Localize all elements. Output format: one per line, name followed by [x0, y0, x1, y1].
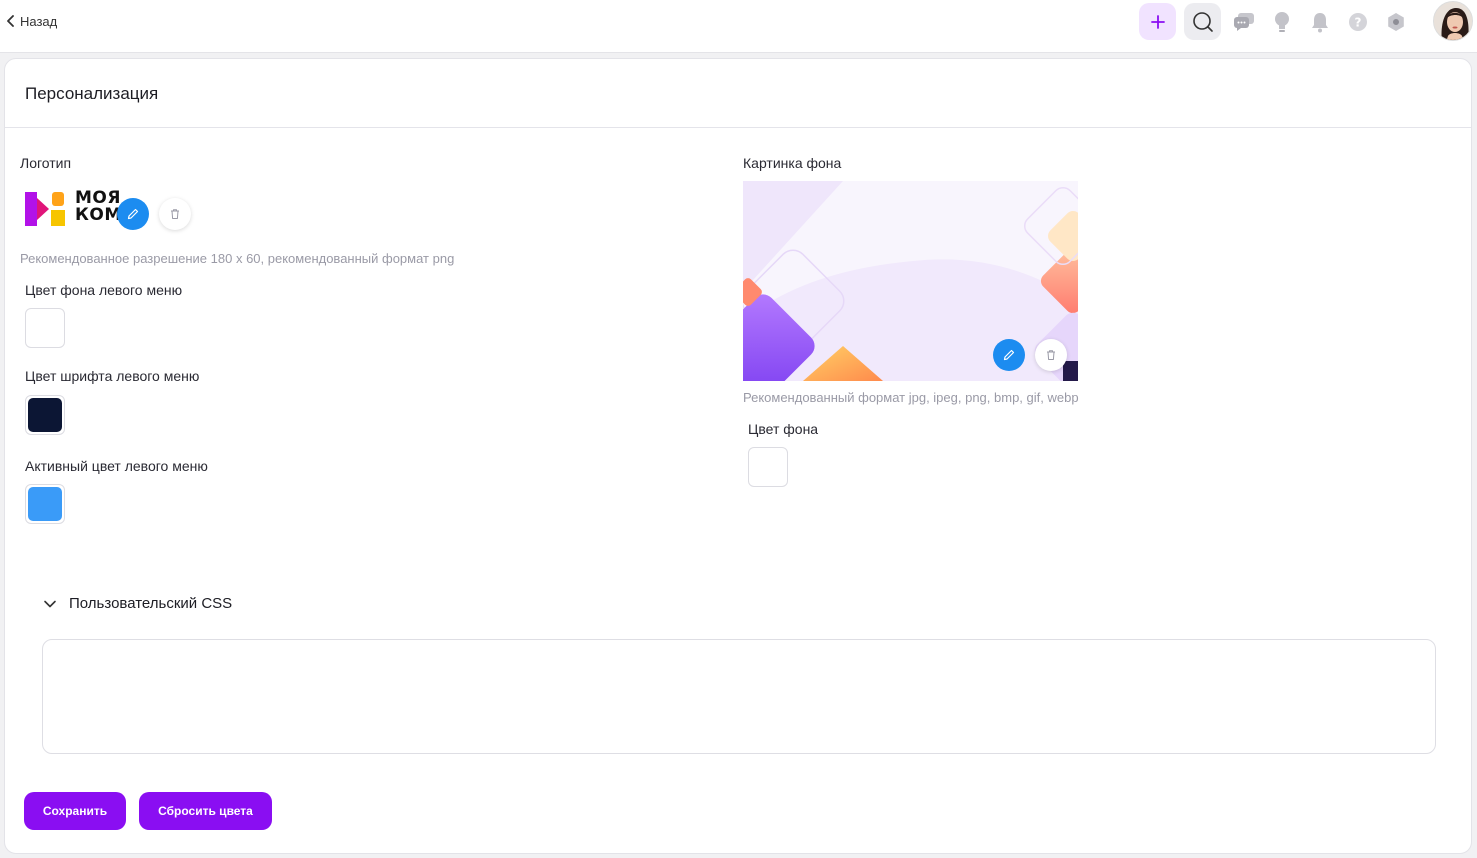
- logo-delete-button[interactable]: [159, 198, 191, 230]
- menu-active-color-fill: [28, 487, 62, 521]
- bg-color-fill: [751, 450, 785, 484]
- logo-preview: МОЯ КОМ: [23, 186, 193, 232]
- search-icon: [1192, 11, 1213, 32]
- bg-color-swatch[interactable]: [748, 447, 788, 487]
- menu-bg-color-label: Цвет фона левого меню: [25, 282, 183, 298]
- notifications-button[interactable]: [1301, 3, 1338, 40]
- bell-icon: [1311, 12, 1328, 32]
- ideas-button[interactable]: [1263, 3, 1300, 40]
- menu-active-color-label: Активный цвет левого меню: [25, 458, 208, 474]
- title-divider: [5, 127, 1471, 128]
- add-icon: [1150, 14, 1165, 29]
- user-avatar[interactable]: [1433, 1, 1473, 41]
- trash-icon: [171, 209, 179, 219]
- logo-edit-button[interactable]: [117, 198, 149, 230]
- bg-image-hint: Рекомендованный формат jpg, ipeg, png, b…: [743, 390, 1079, 405]
- bg-image-edit-button[interactable]: [993, 339, 1025, 371]
- menu-active-color-swatch[interactable]: [25, 484, 65, 524]
- logo-label: Логотип: [20, 155, 72, 171]
- menu-font-color-fill: [28, 398, 62, 432]
- personalization-card: Персонализация Логотип МОЯ КОМ Рекомендо…: [4, 58, 1472, 854]
- logo-mark: [25, 192, 65, 226]
- custom-css-toggle[interactable]: Пользовательский CSS: [43, 595, 232, 612]
- menu-font-color-label: Цвет шрифта левого меню: [25, 368, 200, 384]
- bg-image-label: Картинка фона: [743, 155, 842, 171]
- settings-button[interactable]: [1377, 3, 1414, 40]
- help-icon: ?: [1348, 12, 1367, 31]
- menu-bg-color-fill: [28, 311, 62, 345]
- bg-image-preview: [743, 181, 1078, 381]
- top-bar: Назад ?: [0, 0, 1477, 53]
- chevron-down-icon: [44, 600, 56, 607]
- chat-button[interactable]: [1225, 3, 1262, 40]
- avatar-image: [1434, 2, 1472, 40]
- add-button[interactable]: [1139, 3, 1176, 40]
- bg-color-label: Цвет фона: [748, 421, 819, 437]
- custom-css-input[interactable]: [42, 639, 1436, 754]
- chevron-left-icon: [7, 15, 14, 27]
- logo-text-line2: КОМ: [75, 205, 122, 225]
- back-link[interactable]: Назад: [6, 12, 57, 30]
- bg-image-artwork: [743, 181, 1078, 381]
- menu-bg-color-swatch[interactable]: [25, 308, 65, 348]
- menu-font-color-swatch[interactable]: [25, 395, 65, 435]
- logo-hint: Рекомендованное разрешение 180 х 60, рек…: [20, 251, 455, 266]
- logo-text: МОЯ КОМ: [75, 190, 122, 224]
- search-button[interactable]: [1184, 3, 1221, 40]
- help-button[interactable]: ?: [1339, 3, 1376, 40]
- pencil-icon: [127, 208, 139, 220]
- page-title: Персонализация: [25, 84, 159, 103]
- pencil-icon: [1003, 349, 1015, 361]
- back-label: Назад: [20, 13, 58, 29]
- settings-icon: [1387, 12, 1404, 31]
- trash-icon: [1047, 350, 1055, 360]
- reset-colors-button[interactable]: Сбросить цвета: [139, 792, 272, 830]
- custom-css-title: Пользовательский CSS: [69, 595, 233, 612]
- chat-icon: [1233, 12, 1254, 31]
- bg-image-delete-button[interactable]: [1035, 339, 1067, 371]
- svg-text:?: ?: [1354, 15, 1361, 29]
- save-button[interactable]: Сохранить: [24, 792, 126, 830]
- bulb-icon: [1274, 11, 1289, 32]
